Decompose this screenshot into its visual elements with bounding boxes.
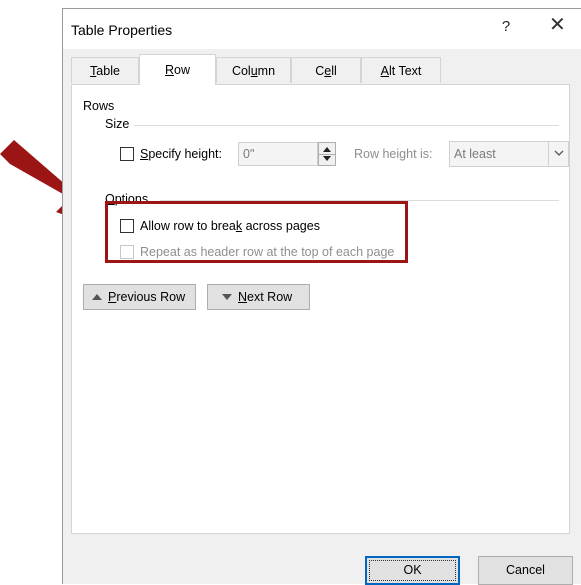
close-icon[interactable]: ✕ bbox=[549, 15, 566, 35]
ok-button[interactable]: OK bbox=[365, 556, 460, 585]
specify-height-label: Specify height: bbox=[140, 147, 223, 161]
tab-cell[interactable]: Cell bbox=[291, 57, 361, 83]
spin-up-icon[interactable] bbox=[323, 147, 331, 152]
size-divider bbox=[134, 125, 559, 126]
rows-heading: Rows bbox=[83, 99, 115, 113]
spin-down-icon[interactable] bbox=[323, 156, 331, 161]
row-height-input[interactable]: 0" bbox=[238, 142, 318, 166]
row-height-is-select[interactable]: At least bbox=[449, 141, 569, 167]
cancel-button[interactable]: Cancel bbox=[478, 556, 573, 585]
row-height-spinner[interactable] bbox=[318, 142, 336, 166]
previous-row-button[interactable]: Previous Row bbox=[83, 284, 196, 310]
chevron-down-icon[interactable] bbox=[548, 142, 568, 166]
row-height-is-label: Row height is: bbox=[354, 147, 433, 161]
next-row-button[interactable]: Next Row bbox=[207, 284, 310, 310]
size-heading: Size bbox=[105, 117, 130, 131]
triangle-up-icon bbox=[92, 293, 102, 300]
triangle-down-icon bbox=[222, 293, 232, 300]
dialog-title: Table Properties bbox=[71, 22, 173, 38]
tab-alt-text[interactable]: Alt Text bbox=[361, 57, 441, 83]
annotation-highlight-box bbox=[105, 201, 408, 263]
specify-height-checkbox[interactable] bbox=[120, 147, 134, 161]
row-tab-panel: Rows Size Specify height: 0" Row height … bbox=[71, 84, 570, 534]
tab-table[interactable]: Table bbox=[71, 57, 139, 83]
table-properties-dialog: Table Properties ? ✕ Table Row Column Ce… bbox=[62, 8, 581, 585]
title-bar: Table Properties ? ✕ bbox=[63, 9, 581, 49]
tab-row[interactable]: Row bbox=[139, 54, 216, 85]
tab-column[interactable]: Column bbox=[216, 57, 291, 83]
help-icon[interactable]: ? bbox=[499, 18, 513, 35]
